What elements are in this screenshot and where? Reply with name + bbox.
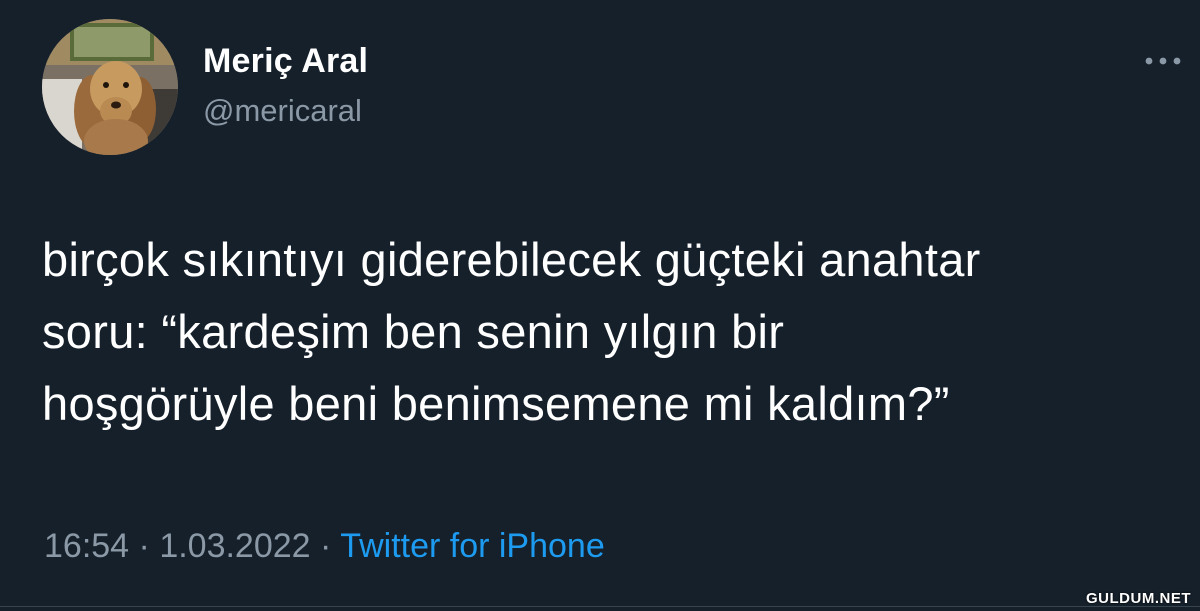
display-name[interactable]: Meriç Aral xyxy=(203,42,368,81)
avatar[interactable] xyxy=(42,19,178,155)
username-handle[interactable]: @mericaral xyxy=(203,93,362,129)
tweet-text-line: birçok sıkıntıyı giderebilecek güçteki a… xyxy=(42,233,981,286)
tweet-text: birçok sıkıntıyı giderebilecek güçteki a… xyxy=(42,224,1192,440)
tweet-metadata: 16:54 · 1.03.2022 · Twitter for iPhone xyxy=(44,527,605,566)
tweet-date[interactable]: 1.03.2022 xyxy=(159,527,310,565)
tweet-text-line: hoşgörüyle beni benimsemene mi kaldım?” xyxy=(42,377,950,430)
tweet-text-line: soru: “kardeşim ben senin yılgın bir xyxy=(42,305,785,358)
tweet-card: Meriç Aral @mericaral birçok sıkıntıyı g… xyxy=(0,0,1200,611)
meta-separator: · xyxy=(129,527,160,565)
more-icon xyxy=(1145,57,1181,65)
more-options-button[interactable] xyxy=(1138,48,1188,74)
dog-avatar-icon xyxy=(42,19,178,155)
tweet-time[interactable]: 16:54 xyxy=(44,527,129,565)
meta-separator: · xyxy=(310,527,341,565)
divider xyxy=(0,606,1200,607)
tweet-source-link[interactable]: Twitter for iPhone xyxy=(340,527,605,565)
watermark: GULDUM.NET xyxy=(1086,590,1191,607)
